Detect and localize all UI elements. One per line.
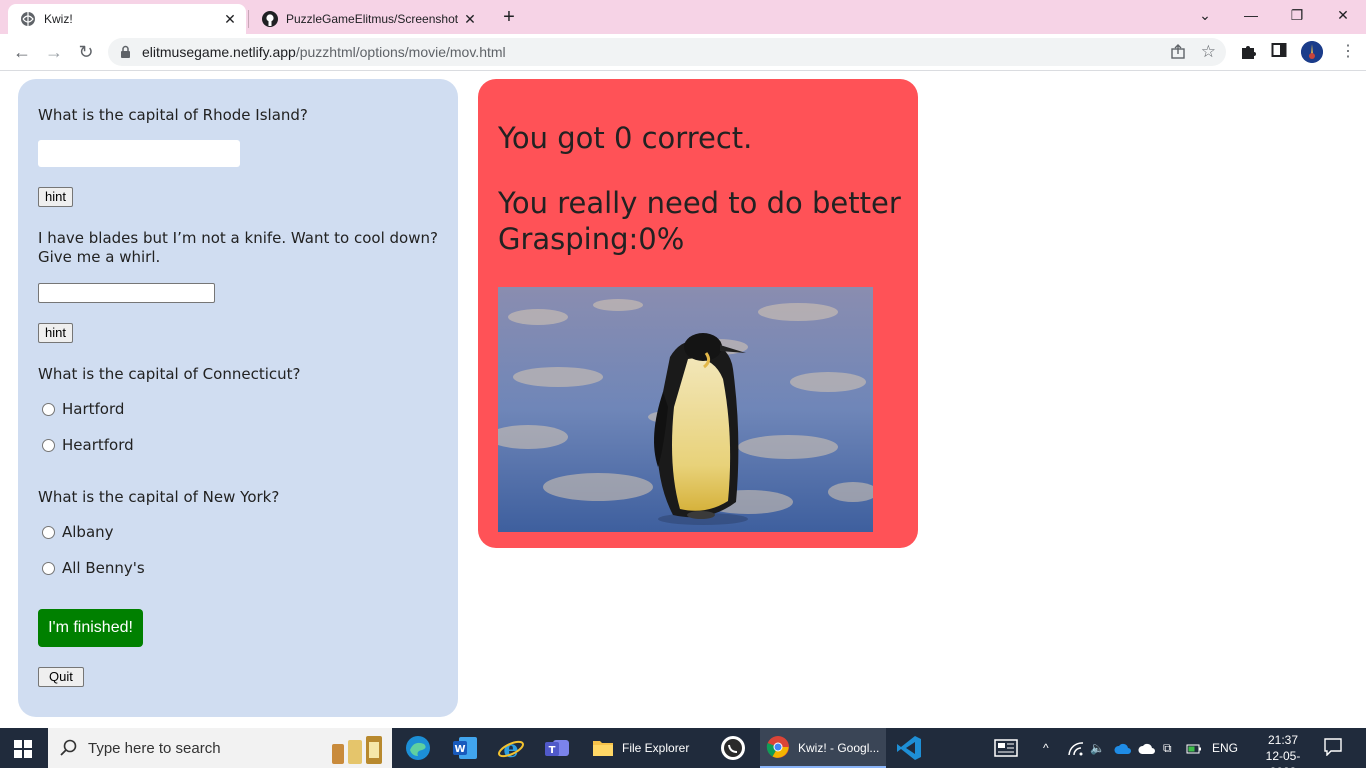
option-label: All Benny's: [62, 559, 145, 577]
forward-icon[interactable]: →: [42, 40, 66, 64]
clock[interactable]: 21:37 12-05-2023: [1258, 732, 1308, 768]
radio-button[interactable]: [42, 438, 55, 452]
windows-start-icon[interactable]: [14, 740, 32, 768]
finish-button[interactable]: I'm finished!: [38, 609, 143, 647]
taskbar: Type here to search W e T File Explorer …: [0, 728, 1366, 768]
lock-icon: [120, 45, 131, 64]
volume-icon[interactable]: 🔈: [1090, 728, 1105, 768]
folder-icon: [592, 737, 614, 760]
menu-kebab-icon[interactable]: ⋮: [1340, 40, 1356, 64]
question-3-text: What is the capital of Connecticut?: [38, 365, 301, 383]
globe-icon: [20, 11, 36, 27]
url-path: /puzzhtml/options/movie/mov.html: [295, 44, 506, 60]
share-icon[interactable]: [1170, 44, 1186, 65]
taskbar-file-explorer[interactable]: File Explorer: [586, 728, 708, 768]
address-bar[interactable]: elitmusegame.netlify.app/puzzhtml/option…: [108, 38, 1226, 66]
clock-date: 12-05-2023: [1265, 749, 1301, 768]
cloud-icon[interactable]: [1138, 728, 1156, 768]
close-window-icon[interactable]: ✕: [1320, 0, 1366, 30]
minimize-icon[interactable]: —: [1228, 0, 1274, 30]
option-heartford[interactable]: Heartford: [42, 436, 134, 454]
answer-2-input[interactable]: [38, 283, 215, 303]
chevron-down-icon[interactable]: ⌄: [1182, 0, 1228, 30]
teams-icon[interactable]: T: [543, 734, 571, 762]
restore-icon[interactable]: ❐: [1274, 0, 1320, 30]
bookmark-star-icon[interactable]: ☆: [1201, 42, 1216, 62]
radio-button[interactable]: [42, 525, 55, 539]
option-label: Heartford: [62, 436, 134, 454]
quit-button[interactable]: Quit: [38, 667, 84, 687]
chrome-window-label: Kwiz! - Googl...: [798, 741, 880, 755]
svg-text:T: T: [549, 745, 556, 756]
onedrive-icon[interactable]: [1114, 728, 1132, 768]
option-hartford[interactable]: Hartford: [42, 400, 124, 418]
browser-toolbar: ← → ↻ elitmusegame.netlify.app/puzzhtml/…: [0, 34, 1366, 71]
search-placeholder: Type here to search: [88, 740, 221, 757]
feedback-text: You really need to do better: [498, 186, 901, 220]
back-icon[interactable]: ←: [10, 40, 34, 64]
tab-title: Kwiz!: [44, 12, 73, 26]
chrome-icon: [766, 735, 790, 762]
search-icon: [60, 739, 78, 762]
close-tab-icon[interactable]: ✕: [220, 11, 240, 28]
hint-2-button[interactable]: hint: [38, 323, 73, 343]
svg-text:e: e: [503, 734, 518, 762]
question-1-text: What is the capital of Rhode Island?: [38, 106, 308, 124]
news-widget-icon[interactable]: [994, 738, 1018, 766]
wifi-icon[interactable]: [1068, 728, 1084, 768]
radio-button[interactable]: [42, 561, 55, 575]
extensions-icon[interactable]: [1239, 42, 1257, 65]
new-tab-icon[interactable]: +: [498, 6, 520, 28]
internet-explorer-icon[interactable]: e: [497, 734, 525, 763]
hint-1-button[interactable]: hint: [38, 187, 73, 207]
vscode-icon[interactable]: [895, 734, 923, 762]
whatsapp-icon[interactable]: [719, 734, 747, 762]
quiz-panel: What is the capital of Rhode Island? hin…: [18, 79, 458, 717]
tab-separator: [248, 10, 249, 28]
github-icon: [262, 11, 278, 27]
side-panel-icon[interactable]: [1271, 42, 1287, 63]
penguin-image: [498, 287, 873, 532]
url-text: elitmusegame.netlify.app/puzzhtml/option…: [142, 44, 506, 60]
option-label: Hartford: [62, 400, 125, 418]
notification-icon[interactable]: [1324, 738, 1342, 768]
profile-avatar[interactable]: [1301, 41, 1323, 63]
url-host: elitmusegame.netlify.app: [142, 44, 296, 60]
file-explorer-label: File Explorer: [622, 741, 690, 755]
tab-title: PuzzleGameElitmus/Screenshot (: [286, 12, 460, 26]
option-albany[interactable]: Albany: [42, 523, 114, 541]
clock-time: 21:37: [1267, 733, 1299, 747]
tab-strip: Kwiz! ✕ PuzzleGameElitmus/Screenshot ( ✕…: [0, 0, 1366, 34]
chevron-up-icon[interactable]: ^: [1043, 728, 1049, 768]
tab-github[interactable]: PuzzleGameElitmus/Screenshot ( ✕: [250, 4, 486, 34]
word-icon[interactable]: W: [451, 734, 479, 762]
question-4-text: What is the capital of New York?: [38, 488, 280, 506]
option-label: Albany: [62, 523, 114, 541]
meet-now-icon[interactable]: ⧉: [1163, 728, 1172, 768]
taskbar-chrome-kwiz[interactable]: Kwiz! - Googl...: [760, 728, 886, 768]
grasping-percent-text: Grasping:0%: [498, 222, 685, 256]
reload-icon[interactable]: ↻: [74, 40, 98, 64]
taskbar-search-box[interactable]: Type here to search: [48, 728, 392, 768]
search-highlight-lanterns-icon: [324, 732, 390, 768]
language-indicator[interactable]: ENG: [1212, 728, 1238, 768]
answer-1-input[interactable]: [38, 140, 240, 167]
tab-kwiz[interactable]: Kwiz! ✕: [8, 4, 246, 34]
score-text: You got 0 correct.: [498, 121, 753, 155]
battery-icon[interactable]: [1186, 728, 1202, 768]
svg-text:W: W: [454, 744, 465, 755]
close-tab-icon[interactable]: ✕: [460, 11, 480, 28]
edge-icon[interactable]: [404, 734, 432, 762]
question-2-text: I have blades but I’m not a knife. Want …: [38, 229, 438, 266]
option-all-bennys[interactable]: All Benny's: [42, 559, 145, 577]
result-panel: You got 0 correct. You really need to do…: [478, 79, 918, 548]
radio-button[interactable]: [42, 402, 55, 416]
